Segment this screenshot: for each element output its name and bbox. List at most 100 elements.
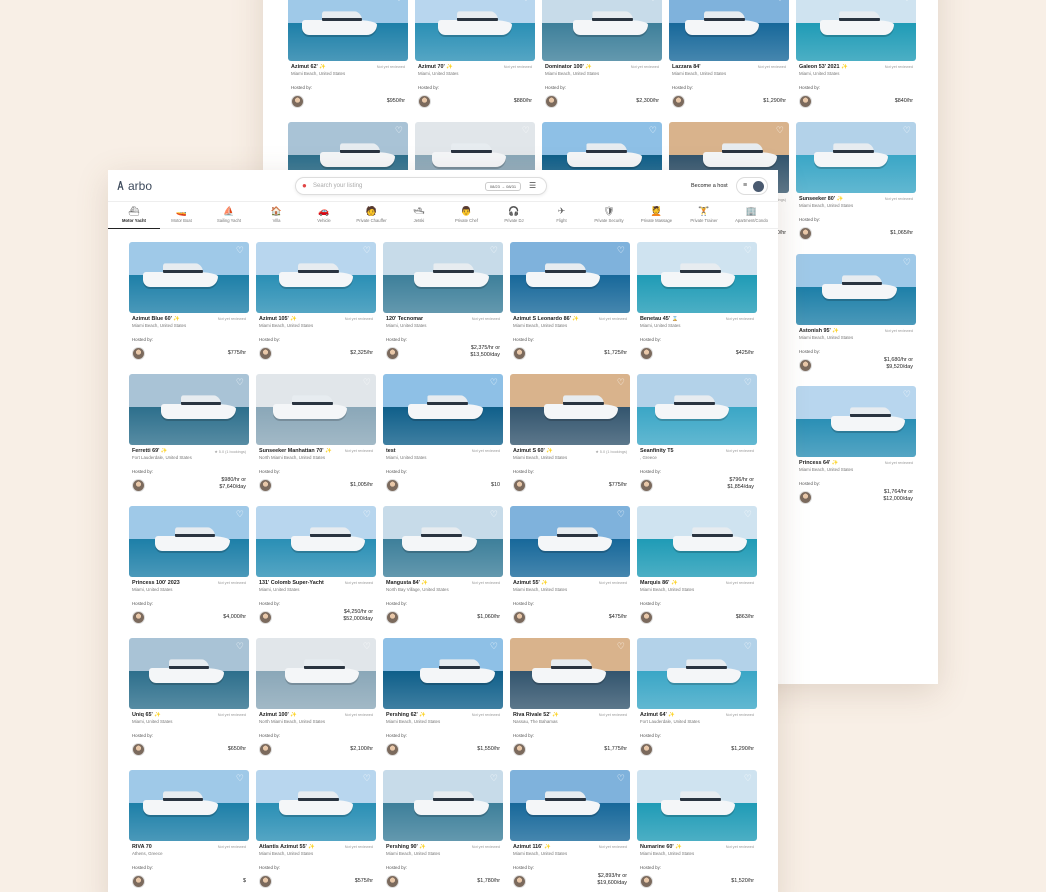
host-avatar[interactable] (799, 491, 812, 504)
host-avatar[interactable] (799, 95, 812, 108)
listing-card[interactable]: ♡ RIVA 70 Not yet reviewed Athens, Greec… (129, 770, 249, 892)
listing-card[interactable]: ♡ 131' Colomb Super-Yacht Not yet review… (256, 506, 376, 638)
listing-card[interactable]: ♡ Azimut 100' ✨ Not yet reviewed North M… (256, 638, 376, 770)
become-host-link[interactable]: Become a host (691, 183, 728, 189)
favorite-heart-icon[interactable]: ♡ (363, 378, 371, 387)
listing-title[interactable]: Azimut 100' ✨ (259, 712, 297, 718)
category-tab[interactable]: 🎧 Private DJ (488, 202, 540, 229)
host-avatar[interactable] (513, 875, 526, 888)
listing-photo[interactable]: ♡ (256, 374, 376, 445)
listing-card[interactable]: ♡ Azimut Blue 60' ✨ Not yet reviewed Mia… (129, 242, 249, 374)
host-avatar[interactable] (132, 479, 145, 492)
listing-photo[interactable]: ♡ (288, 0, 408, 61)
host-avatar[interactable] (672, 95, 685, 108)
host-avatar[interactable] (513, 611, 526, 624)
listing-photo[interactable]: ♡ (796, 0, 916, 61)
listing-title[interactable]: Lazzara 84' (672, 64, 701, 70)
favorite-heart-icon[interactable]: ♡ (776, 0, 784, 3)
listing-card[interactable]: ♡ Princess 100' 2023 Not yet reviewed Mi… (129, 506, 249, 638)
listing-photo[interactable]: ♡ (510, 770, 630, 841)
listing-title[interactable]: Princess 64' ✨ (799, 460, 838, 466)
category-tab[interactable]: 🧑 Private Chauffer (346, 202, 398, 229)
favorite-heart-icon[interactable]: ♡ (903, 0, 911, 3)
host-avatar[interactable] (513, 743, 526, 756)
host-avatar[interactable] (640, 743, 653, 756)
listing-photo[interactable]: ♡ (129, 638, 249, 709)
host-avatar[interactable] (799, 227, 812, 240)
listing-photo[interactable]: ♡ (542, 0, 662, 61)
listing-card[interactable]: ♡ Sunseeker Manhattan 70' ✨ Not yet revi… (256, 374, 376, 506)
listing-card[interactable]: ♡ Riva Rivale 52' ✨ Not yet reviewed Nas… (510, 638, 630, 770)
favorite-heart-icon[interactable]: ♡ (903, 390, 911, 399)
listing-card[interactable]: ♡ Dominator 100' ✨ Not yet reviewed Miam… (542, 0, 662, 122)
listing-card[interactable]: ♡ Pershing 90' ✨ Not yet reviewed Miami … (383, 770, 503, 892)
listing-photo[interactable]: ♡ (510, 374, 630, 445)
host-avatar[interactable] (640, 611, 653, 624)
favorite-heart-icon[interactable]: ♡ (617, 642, 625, 651)
category-tab[interactable]: 🏠 Villa (251, 202, 303, 229)
listing-title[interactable]: 120' Tecnomar (386, 316, 423, 322)
favorite-heart-icon[interactable]: ♡ (776, 126, 784, 135)
host-avatar[interactable] (386, 743, 399, 756)
host-avatar[interactable] (132, 875, 145, 888)
listing-card[interactable]: ♡ Astonish 95' ✨ Not yet reviewed Miami … (796, 254, 916, 386)
listing-title[interactable]: Ferretti 69' ✨ (132, 448, 168, 454)
favorite-heart-icon[interactable]: ♡ (744, 642, 752, 651)
listing-card[interactable]: ♡ Sunseeker 80' ✨ Not yet reviewed Miami… (796, 122, 916, 254)
listing-photo[interactable]: ♡ (256, 770, 376, 841)
listing-title[interactable]: Pershing 62' ✨ (386, 712, 426, 718)
favorite-heart-icon[interactable]: ♡ (490, 378, 498, 387)
favorite-heart-icon[interactable]: ♡ (363, 246, 371, 255)
listing-photo[interactable]: ♡ (256, 506, 376, 577)
listing-photo[interactable]: ♡ (510, 506, 630, 577)
favorite-heart-icon[interactable]: ♡ (236, 246, 244, 255)
host-avatar[interactable] (259, 347, 272, 360)
host-avatar[interactable] (640, 347, 653, 360)
listing-photo[interactable]: ♡ (415, 0, 535, 61)
favorite-heart-icon[interactable]: ♡ (617, 378, 625, 387)
favorite-heart-icon[interactable]: ♡ (617, 246, 625, 255)
listing-photo[interactable]: ♡ (669, 0, 789, 61)
favorite-heart-icon[interactable]: ♡ (236, 510, 244, 519)
search-input[interactable]: Search your listing (313, 183, 362, 189)
listing-card[interactable]: ♡ Azimut 116' ✨ Not yet reviewed Miami B… (510, 770, 630, 892)
category-tab[interactable]: 👨 Private Chef (441, 202, 493, 229)
listing-title[interactable]: Azimut 116' ✨ (513, 844, 551, 850)
favorite-heart-icon[interactable]: ♡ (236, 642, 244, 651)
host-avatar[interactable] (545, 95, 558, 108)
category-tab[interactable]: 🛥 Jetski (393, 202, 445, 229)
date-range-chip[interactable]: 08/23 → 08/31 (485, 182, 521, 191)
host-avatar[interactable] (513, 347, 526, 360)
category-tab[interactable]: 🏋 Private Trainer (678, 202, 730, 229)
listing-photo[interactable]: ♡ (510, 242, 630, 313)
listing-title[interactable]: Benetau 45' ⌛ (640, 316, 678, 322)
host-avatar[interactable] (386, 611, 399, 624)
listing-title[interactable]: Azimut 70' ✨ (418, 64, 453, 70)
favorite-heart-icon[interactable]: ♡ (522, 0, 530, 3)
favorite-heart-icon[interactable]: ♡ (744, 378, 752, 387)
listing-photo[interactable]: ♡ (637, 242, 757, 313)
host-avatar[interactable] (259, 611, 272, 624)
category-tab[interactable]: 🛡 Private Security (583, 202, 635, 229)
host-avatar[interactable] (799, 359, 812, 372)
listing-card[interactable]: ♡ Azimut 55' ✨ Not yet reviewed Miami Be… (510, 506, 630, 638)
listing-title[interactable]: Princess 100' 2023 (132, 580, 180, 586)
listing-card[interactable]: ♡ Azimut S 60' ✨ ★ 5.0 (1 bookings) Miam… (510, 374, 630, 506)
listing-card[interactable]: ♡ Atlantis Azimut 55' ✨ Not yet reviewed… (256, 770, 376, 892)
search-bar[interactable]: ● Search your listing 08/23 → 08/31 ☰ (295, 177, 547, 195)
listing-card[interactable]: ♡ 120' Tecnomar Not yet reviewed Miami, … (383, 242, 503, 374)
favorite-heart-icon[interactable]: ♡ (490, 774, 498, 783)
favorite-heart-icon[interactable]: ♡ (903, 126, 911, 135)
favorite-heart-icon[interactable]: ♡ (649, 126, 657, 135)
host-avatar[interactable] (386, 875, 399, 888)
listing-title[interactable]: Numarine 60' ✨ (640, 844, 682, 850)
host-avatar[interactable] (640, 875, 653, 888)
favorite-heart-icon[interactable]: ♡ (490, 510, 498, 519)
listing-title[interactable]: RIVA 70 (132, 844, 152, 850)
listing-title[interactable]: Riva Rivale 52' ✨ (513, 712, 559, 718)
favorite-heart-icon[interactable]: ♡ (903, 258, 911, 267)
favorite-heart-icon[interactable]: ♡ (236, 774, 244, 783)
host-avatar[interactable] (132, 611, 145, 624)
listing-photo[interactable]: ♡ (256, 638, 376, 709)
listing-title[interactable]: Sunseeker 80' ✨ (799, 196, 843, 202)
